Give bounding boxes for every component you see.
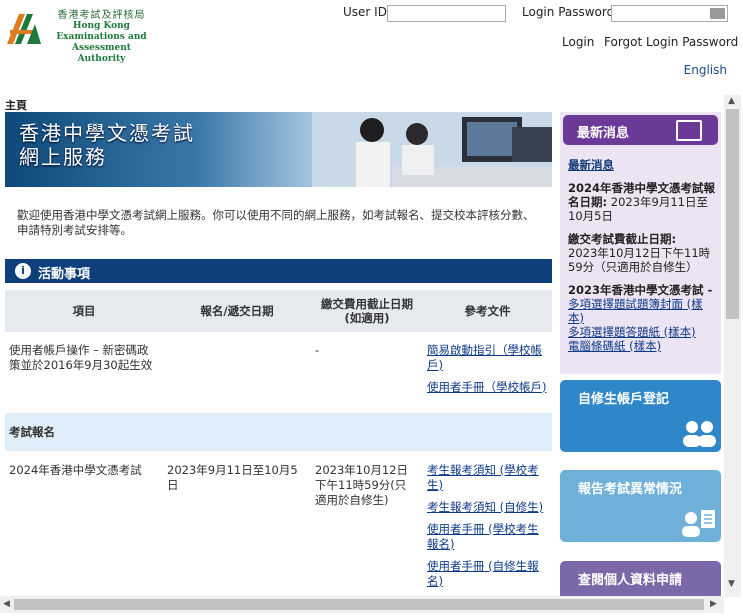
news-item-title: 繳交考試費截止日期: [568, 232, 677, 246]
hkeaa-logo-icon [7, 14, 41, 44]
vertical-scrollbar[interactable]: ▲ ▼ [724, 95, 741, 597]
banner-title-line1: 香港中學文憑考試 [19, 121, 195, 145]
news-header: 最新消息 [563, 115, 718, 145]
chat-icon [676, 120, 702, 141]
doc-link[interactable]: 使用者手冊 (自修生報名) [427, 559, 548, 589]
subsection-row: 考試報名 [5, 413, 552, 451]
main-content: 香港中學文憑考試 網上服務 歡迎使用香港中學文憑考試網上服務。你可以使用不同的網… [5, 112, 552, 596]
row-dates [163, 332, 311, 413]
col-header-deadline: 繳交費用截止日期 (如適用) [311, 290, 423, 332]
private-candidate-registration-tile[interactable]: 自修生帳戶登記 [560, 380, 721, 452]
horizontal-scrollbar[interactable]: ◀ ▶ [0, 596, 724, 613]
tile-label: 報告考試異常情況 [578, 482, 683, 497]
sidebar: 最新消息 最新消息 2024年香港中學文憑考試報名日期: 2023年9月11日至… [560, 112, 721, 596]
welcome-text: 歡迎使用香港中學文憑考試網上服務。你可以使用不同的網上服務，如考試報名、提交校本… [17, 208, 535, 237]
org-name-cn: 香港考試及評核局 [57, 10, 146, 21]
users-icon [683, 421, 716, 447]
tile-label: 自修生帳戶登記 [578, 392, 670, 407]
subsection-title: 考試報名 [5, 413, 552, 451]
info-icon: i [15, 263, 31, 279]
banner-students-photo [312, 112, 552, 187]
banner-title-line2: 網上服務 [19, 145, 107, 169]
forgot-password-link[interactable]: Forgot Login Password [604, 35, 738, 49]
banner: 香港中學文憑考試 網上服務 [5, 112, 552, 187]
breadcrumb: 主頁 [5, 99, 27, 112]
hkeaa-logo[interactable]: 香港考試及評核局 Hong Kong Examinations and Asse… [5, 8, 155, 64]
col-header-item: 項目 [5, 290, 163, 332]
language-english-link[interactable]: English [684, 63, 727, 77]
news-item: 繳交考試費截止日期: 2023年10月12日下午11時59分（只適用於自修生） [568, 232, 716, 274]
keyboard-icon[interactable] [710, 8, 725, 19]
row-deadline: 2023年10月12日下午11時59分(只適用於自修生) [315, 463, 409, 507]
col-header-dates: 報名/遞交日期 [163, 290, 311, 332]
doc-link[interactable]: 簡易啟動指引（學校帳戶) [427, 343, 548, 373]
scroll-right-icon[interactable]: ▶ [710, 599, 717, 609]
news-box: 最新消息 最新消息 2024年香港中學文憑考試報名日期: 2023年9月11日至… [560, 112, 721, 374]
activities-title: 活動事項 [38, 267, 91, 282]
news-body: 最新消息 2024年香港中學文憑考試報名日期: 2023年9月11日至10月5日… [568, 158, 716, 362]
activities-table: 項目 報名/遞交日期 繳交費用截止日期 (如適用) 參考文件 使用者帳戶操作 –… [5, 290, 552, 596]
tile-label: 查閱個人資料申請 [578, 573, 683, 588]
top-header: 香港考試及評核局 Hong Kong Examinations and Asse… [0, 0, 743, 90]
table-row: 使用者帳戶操作 – 新密碼政策並於2016年9月30起生效 - 簡易啟動指引（學… [5, 332, 552, 413]
doc-link[interactable]: 考生報考須知 (學校考生) [427, 463, 548, 493]
row-deadline: - [315, 343, 320, 357]
table-header-row: 項目 報名/遞交日期 繳交費用截止日期 (如適用) 參考文件 [5, 290, 552, 332]
news-item-body: 2023年10月12日下午11時59分（只適用於自修生） [568, 246, 711, 274]
news-link[interactable]: 電腦條碼紙 (樣本) [568, 339, 661, 353]
password-input[interactable] [611, 5, 728, 22]
table-row: 2024年香港中學文憑考試 2023年9月11日至10月5日 2023年10月1… [5, 451, 552, 596]
org-name-en-3: Assessment Authority [72, 43, 131, 64]
org-name-en-2: Examinations and [56, 32, 147, 42]
news-item: 2023年香港中學文憑考試 - 多項選擇題試題簿封面 (樣本) 多項選擇題答題紙… [568, 283, 716, 353]
news-link[interactable]: 多項選擇題試題簿封面 (樣本) [568, 297, 703, 325]
user-document-icon [682, 510, 715, 537]
news-item-title: 2023年香港中學文憑考試 - [568, 283, 713, 297]
user-id-input[interactable] [387, 5, 506, 22]
doc-link[interactable]: 考生報考須知 (自修生) [427, 500, 548, 515]
scroll-down-icon[interactable]: ▼ [728, 579, 735, 589]
logo-text: 香港考試及評核局 Hong Kong Examinations and Asse… [49, 10, 154, 65]
row-dates: 2023年9月11日至10月5日 [167, 463, 298, 492]
news-heading-link[interactable]: 最新消息 [568, 158, 716, 172]
personal-data-access-tile[interactable]: 查閱個人資料申請 [560, 561, 721, 596]
doc-link[interactable]: 使用者手冊 (學校考生報名) [427, 522, 548, 552]
col-header-docs: 參考文件 [423, 290, 552, 332]
news-title: 最新消息 [577, 126, 630, 141]
vertical-scroll-thumb[interactable] [726, 109, 739, 319]
horizontal-scroll-thumb[interactable] [14, 599, 704, 610]
password-label: Login Password [522, 5, 615, 19]
news-item: 2024年香港中學文憑考試報名日期: 2023年9月11日至10月5日 [568, 181, 716, 223]
login-link[interactable]: Login [562, 35, 594, 49]
news-link[interactable]: 多項選擇題答題紙 (樣本) [568, 325, 696, 339]
activities-header: i 活動事項 [5, 259, 552, 283]
doc-link[interactable]: 使用者手冊（學校帳戶) [427, 380, 548, 395]
banner-title: 香港中學文憑考試 網上服務 [19, 121, 195, 169]
row-item: 使用者帳戶操作 – 新密碼政策並於2016年9月30起生效 [9, 343, 153, 372]
row-item: 2024年香港中學文憑考試 [9, 463, 142, 477]
scroll-up-icon[interactable]: ▲ [728, 96, 735, 106]
org-name-en-1: Hong Kong [73, 21, 130, 31]
report-irregularity-tile[interactable]: 報告考試異常情況 [560, 470, 721, 542]
user-id-label: User ID [343, 5, 387, 19]
scroll-left-icon[interactable]: ◀ [3, 599, 10, 609]
